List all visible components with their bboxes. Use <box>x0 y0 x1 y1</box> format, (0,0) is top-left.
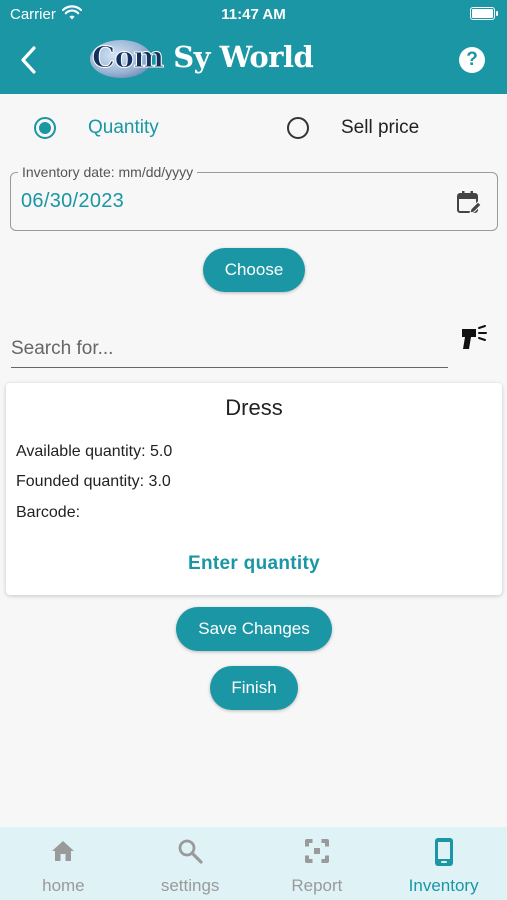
inventory-date-label: Inventory date: mm/dd/yyyy <box>18 164 198 180</box>
tab-report-label: Report <box>291 876 343 895</box>
app-logo: Com Sy World <box>88 38 314 82</box>
tab-home[interactable]: home <box>0 827 127 900</box>
save-changes-button[interactable]: Save Changes <box>176 607 332 651</box>
search-icon <box>127 837 254 867</box>
radio-sell-price[interactable]: Sell price <box>287 112 419 144</box>
tab-report[interactable]: Report <box>254 827 381 900</box>
barcode-scanner-icon[interactable] <box>460 324 488 357</box>
radio-sell-price-label: Sell price <box>341 117 420 138</box>
tab-settings-label: settings <box>160 876 220 895</box>
radio-sell-price-indicator[interactable] <box>287 117 309 139</box>
tab-inventory-label: Inventory <box>408 876 479 895</box>
status-bar: Carrier 11:47 AM <box>0 0 507 28</box>
radio-quantity-indicator[interactable] <box>34 117 56 139</box>
inventory-date-value: 06/30/2023 <box>21 190 125 212</box>
search-placeholder: Search for... <box>11 338 114 359</box>
logo-text-world: World <box>219 40 314 74</box>
inventory-date-field[interactable]: Inventory date: mm/dd/yyyy 06/30/2023 <box>10 164 498 231</box>
available-quantity: Available quantity: 5.0 <box>16 443 173 460</box>
enter-quantity-button[interactable]: Enter quantity <box>6 553 502 575</box>
founded-quantity: Founded quantity: 3.0 <box>16 473 171 490</box>
barcode-label: Barcode: <box>16 504 81 521</box>
report-icon <box>254 837 381 867</box>
calendar-edit-icon[interactable] <box>455 189 483 222</box>
choose-button[interactable]: Choose <box>203 248 305 292</box>
phone-icon <box>380 837 507 867</box>
home-icon <box>0 837 127 867</box>
item-title: Dress <box>225 395 283 420</box>
tab-inventory[interactable]: Inventory <box>380 827 507 900</box>
chevron-left-icon <box>21 46 36 74</box>
help-button[interactable]: ? <box>459 47 485 73</box>
status-time: 11:47 AM <box>221 6 286 23</box>
radio-quantity[interactable]: Quantity <box>34 112 159 144</box>
logo-text-com: Com <box>92 40 165 75</box>
bottom-tab-bar: home settings Report Inventory <box>0 827 507 900</box>
battery-icon <box>470 7 498 20</box>
tab-home-label: home <box>42 876 85 895</box>
help-circle-icon: ? <box>466 49 478 70</box>
finish-button[interactable]: Finish <box>210 666 298 710</box>
back-button[interactable] <box>14 42 44 78</box>
item-card: Dress Available quantity: 5.0 Founded qu… <box>6 383 502 595</box>
search-input[interactable]: Search for... <box>11 332 448 368</box>
logo-text-sy: Sy <box>173 40 211 74</box>
tab-settings[interactable]: settings <box>127 827 254 900</box>
app-bar: Carrier 11:47 AM Com Sy World ? <box>0 0 507 94</box>
radio-quantity-label: Quantity <box>88 117 159 138</box>
